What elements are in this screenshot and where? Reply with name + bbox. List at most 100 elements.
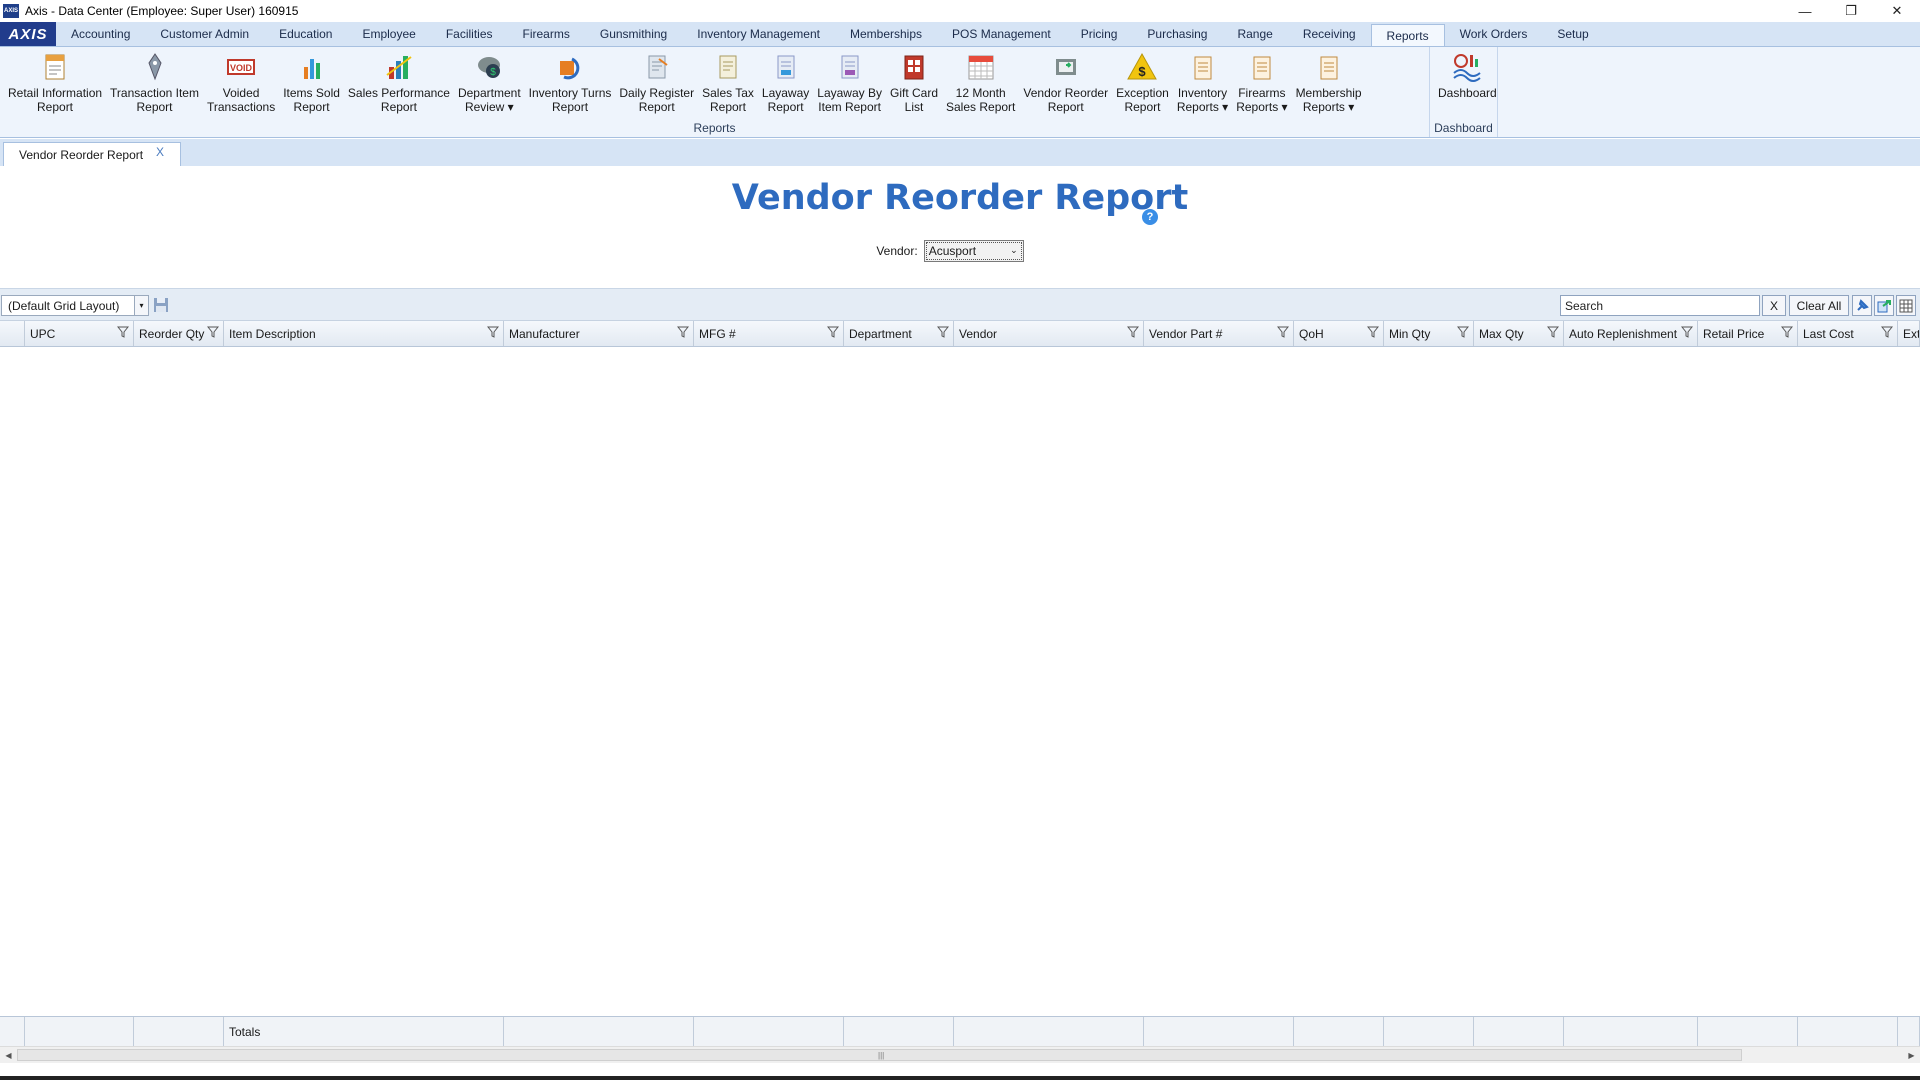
tab-pricing[interactable]: Pricing — [1066, 22, 1133, 46]
money-icon: $ — [473, 51, 505, 83]
tab-accounting[interactable]: Accounting — [56, 22, 145, 46]
search-input[interactable]: Search — [1560, 295, 1760, 316]
ribbon-button-sales-tax-report[interactable]: Sales Tax Report — [698, 47, 758, 114]
dashboard-icon — [1451, 51, 1483, 83]
doc-tab-vendor-reorder-report[interactable]: Vendor Reorder Report X — [3, 142, 181, 166]
tab-firearms[interactable]: Firearms — [508, 22, 585, 46]
ribbon-button-inventory-turns-report[interactable]: Inventory Turns Report — [525, 47, 616, 114]
minimize-button[interactable]: — — [1782, 0, 1828, 22]
filter-icon[interactable] — [206, 326, 220, 338]
filter-icon[interactable] — [116, 326, 130, 338]
column-header-vendor-part[interactable]: Vendor Part # — [1144, 321, 1294, 346]
column-header-retail-price[interactable]: Retail Price — [1698, 321, 1798, 346]
void-icon: VOID — [225, 51, 257, 83]
tab-gunsmithing[interactable]: Gunsmithing — [585, 22, 682, 46]
filter-icon[interactable] — [676, 326, 690, 338]
ribbon-button-vendor-reorder-report[interactable]: Vendor Reorder Report — [1019, 47, 1112, 114]
ribbon-button-dashboard[interactable]: Dashboard — [1434, 47, 1501, 100]
filter-icon[interactable] — [1546, 326, 1560, 338]
ribbon-button-12-month-sales-report[interactable]: 12 Month Sales Report — [942, 47, 1019, 114]
grid-icon — [1899, 299, 1913, 312]
column-header-last-cost[interactable]: Last Cost — [1798, 321, 1898, 346]
ribbon-button-layaway-report[interactable]: Layaway Report — [758, 47, 813, 114]
ribbon-button-items-sold-report[interactable]: Items Sold Report — [279, 47, 344, 114]
scroll-left-icon[interactable]: ◀ — [0, 1047, 17, 1063]
horizontal-scrollbar[interactable]: ◀ ||| ▶ — [0, 1046, 1920, 1063]
filter-icon[interactable] — [1780, 326, 1794, 338]
clear-all-button[interactable]: Clear All — [1789, 295, 1849, 316]
column-header-min-qty[interactable]: Min Qty — [1384, 321, 1474, 346]
column-header-ext[interactable]: Ext — [1898, 321, 1920, 346]
ribbon-button-label: Transaction Item Report — [110, 86, 199, 114]
column-chooser-button[interactable] — [1896, 295, 1916, 316]
tab-employee[interactable]: Employee — [347, 22, 430, 46]
column-header-label: MFG # — [699, 326, 736, 341]
close-window-button[interactable]: ✕ — [1874, 0, 1920, 22]
maximize-button[interactable]: ❐ — [1828, 0, 1874, 22]
tab-education[interactable]: Education — [264, 22, 347, 46]
doc-tab-close-button[interactable]: X — [156, 145, 164, 159]
column-header-selector[interactable] — [0, 321, 25, 346]
filter-icon[interactable] — [1126, 326, 1140, 338]
ribbon-button-inventory-reports[interactable]: Inventory Reports ▾ — [1173, 47, 1232, 114]
search-clear-button[interactable]: X — [1762, 295, 1786, 316]
ribbon-button-retail-information-report[interactable]: Retail Information Report — [4, 47, 106, 114]
ribbon-button-label: Layaway Report — [761, 86, 810, 114]
tab-inventory-management[interactable]: Inventory Management — [682, 22, 835, 46]
tab-range[interactable]: Range — [1222, 22, 1287, 46]
vendor-label: Vendor: — [876, 244, 918, 258]
column-header-label: Min Qty — [1389, 326, 1431, 341]
filter-icon[interactable] — [1276, 326, 1290, 338]
column-header-item-description[interactable]: Item Description — [224, 321, 504, 346]
ribbon-button-label: 12 Month Sales Report — [946, 86, 1016, 114]
ribbon-button-firearms-reports[interactable]: Firearms Reports ▾ — [1232, 47, 1291, 114]
scrollbar-thumb[interactable]: ||| — [17, 1049, 1742, 1061]
ribbon-button-daily-register-report[interactable]: Daily Register Report — [615, 47, 698, 114]
column-header-qoh[interactable]: QoH — [1294, 321, 1384, 346]
filter-icon[interactable] — [1456, 326, 1470, 338]
column-header-auto-replenishment[interactable]: Auto Replenishment — [1564, 321, 1698, 346]
tab-pos-management[interactable]: POS Management — [937, 22, 1066, 46]
bottom-border — [0, 1076, 1920, 1080]
ribbon-button-voided-transactions[interactable]: VOID Voided Transactions — [203, 47, 279, 114]
column-header-mfg[interactable]: MFG # — [694, 321, 844, 346]
tab-work-orders[interactable]: Work Orders — [1445, 22, 1543, 46]
filter-icon[interactable] — [1880, 326, 1894, 338]
filter-icon[interactable] — [936, 326, 950, 338]
tab-receiving[interactable]: Receiving — [1288, 22, 1371, 46]
tab-customer-admin[interactable]: Customer Admin — [145, 22, 264, 46]
column-header-label: Department — [849, 326, 912, 341]
tab-purchasing[interactable]: Purchasing — [1132, 22, 1222, 46]
vendor-select[interactable]: Acusport ⌄ — [923, 240, 1024, 262]
export-button[interactable] — [1874, 295, 1894, 316]
ribbon-button-layaway-by-item-report[interactable]: Layaway By Item Report — [813, 47, 886, 114]
save-layout-button[interactable] — [152, 296, 170, 314]
tab-facilities[interactable]: Facilities — [431, 22, 508, 46]
ribbon-button-membership-reports[interactable]: Membership Reports ▾ — [1292, 47, 1366, 114]
column-header-max-qty[interactable]: Max Qty — [1474, 321, 1564, 346]
filter-icon[interactable] — [1680, 326, 1694, 338]
column-header-vendor[interactable]: Vendor — [954, 321, 1144, 346]
ribbon-button-transaction-item-report[interactable]: Transaction Item Report — [106, 47, 203, 114]
filter-icon[interactable] — [486, 326, 500, 338]
column-header-reorder-qty[interactable]: Reorder Qty — [134, 321, 224, 346]
chevron-down-icon: ▾ — [134, 296, 148, 315]
tab-reports[interactable]: Reports — [1370, 24, 1445, 46]
help-icon[interactable]: ? — [1142, 209, 1158, 225]
ribbon-button-exception-report[interactable]: $ Exception Report — [1112, 47, 1173, 114]
ribbon-button-gift-card-list[interactable]: Gift Card List — [886, 47, 942, 114]
filter-icon[interactable] — [826, 326, 840, 338]
ribbon-button-sales-performance-report[interactable]: Sales Performance Report — [344, 47, 454, 114]
column-header-label: Last Cost — [1803, 326, 1854, 341]
ribbon-button-department-review[interactable]: $ Department Review ▾ — [454, 47, 525, 114]
scroll-right-icon[interactable]: ▶ — [1903, 1047, 1920, 1063]
column-header-manufacturer[interactable]: Manufacturer — [504, 321, 694, 346]
tab-memberships[interactable]: Memberships — [835, 22, 937, 46]
column-header-upc[interactable]: UPC — [25, 321, 134, 346]
filter-icon[interactable] — [1366, 326, 1380, 338]
tab-setup[interactable]: Setup — [1542, 22, 1603, 46]
column-header-department[interactable]: Department — [844, 321, 954, 346]
sales-chart-icon — [383, 51, 415, 83]
grid-layout-select[interactable]: (Default Grid Layout) ▾ — [1, 295, 149, 316]
pin-button[interactable] — [1852, 295, 1872, 316]
